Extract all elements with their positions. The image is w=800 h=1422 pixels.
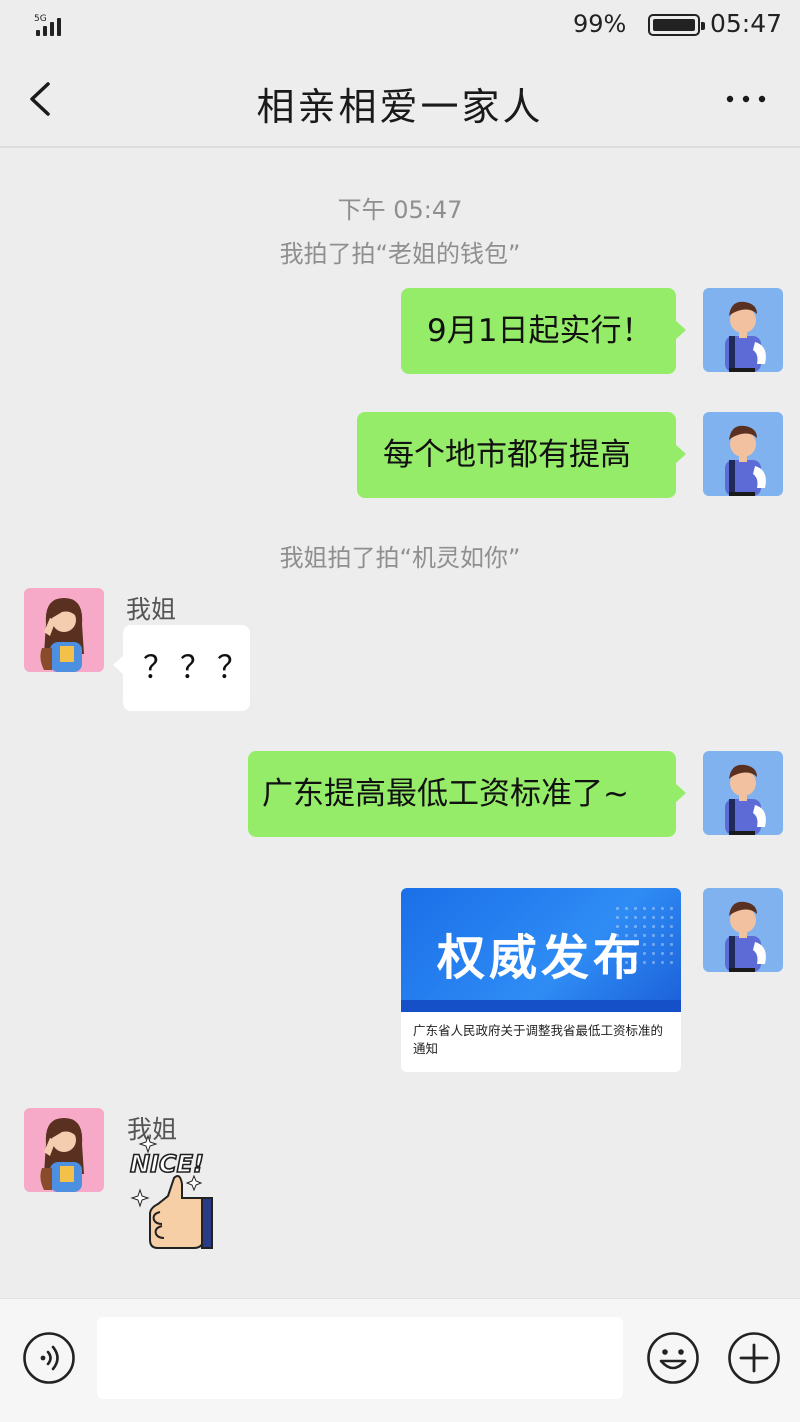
sender-name: 我姐 bbox=[126, 595, 177, 624]
timestamp: 下午 05:47 bbox=[337, 196, 463, 224]
more-functions-button[interactable] bbox=[727, 1331, 781, 1385]
message-bubble-outgoing[interactable]: 每个地市都有提高 bbox=[357, 412, 686, 498]
girl-avatar-icon bbox=[40, 598, 84, 672]
card-description: 广东省人民政府关于调整我省最低工资标准的通知 bbox=[413, 1023, 664, 1056]
card-banner-heading: 权威发布 bbox=[436, 930, 645, 986]
more-button[interactable] bbox=[726, 84, 766, 114]
chat-header: 相亲相爱一家人 bbox=[0, 50, 800, 148]
network-type: 5G bbox=[34, 14, 47, 24]
avatar-self[interactable] bbox=[703, 888, 783, 972]
boy-avatar-icon bbox=[725, 764, 766, 835]
chat-title: 相亲相爱一家人 bbox=[256, 85, 544, 129]
emoji-button[interactable] bbox=[646, 1331, 700, 1385]
status-bar: 5G 99% 05:47 bbox=[0, 0, 800, 50]
girl-avatar-icon bbox=[40, 1118, 84, 1192]
card-banner-image: 权威发布 bbox=[401, 888, 681, 1012]
sticker-text: NICE! bbox=[130, 1150, 204, 1178]
boy-avatar-icon bbox=[725, 301, 766, 372]
message-bubble-outgoing[interactable]: 9月1日起实行！ bbox=[401, 288, 686, 374]
pat-notice: 我拍了拍“老姐的钱包” bbox=[279, 240, 521, 268]
voice-button[interactable] bbox=[22, 1331, 76, 1385]
input-bar bbox=[0, 1298, 800, 1422]
boy-avatar-icon bbox=[725, 901, 766, 972]
battery-percent: 99% bbox=[573, 10, 627, 38]
avatar-self[interactable] bbox=[703, 751, 783, 835]
status-time: 05:47 bbox=[710, 9, 783, 38]
thumbs-up-sticker[interactable]: NICE! bbox=[126, 1134, 236, 1264]
plus-icon bbox=[728, 1332, 780, 1384]
signal-icon: 5G bbox=[30, 14, 70, 38]
message-bubble-outgoing[interactable]: 广东提高最低工资标准了~ bbox=[248, 751, 686, 837]
more-dots-icon bbox=[726, 95, 766, 103]
pat-notice: 我姐拍了拍“机灵如你” bbox=[279, 544, 521, 572]
message-bubble-incoming[interactable]: ？？？ bbox=[113, 625, 250, 711]
voice-icon bbox=[23, 1332, 75, 1384]
emoji-icon bbox=[647, 1332, 699, 1384]
avatar-sister[interactable] bbox=[24, 588, 104, 672]
avatar-self[interactable] bbox=[703, 412, 783, 496]
article-card[interactable]: 权威发布 广东省人民政府关于调整我省最低工资标准的通知 bbox=[401, 888, 681, 1072]
boy-avatar-icon bbox=[725, 425, 766, 496]
avatar-self[interactable] bbox=[703, 288, 783, 372]
battery-icon bbox=[648, 14, 705, 36]
avatar-sister[interactable] bbox=[24, 1108, 104, 1192]
message-input[interactable] bbox=[97, 1317, 623, 1399]
